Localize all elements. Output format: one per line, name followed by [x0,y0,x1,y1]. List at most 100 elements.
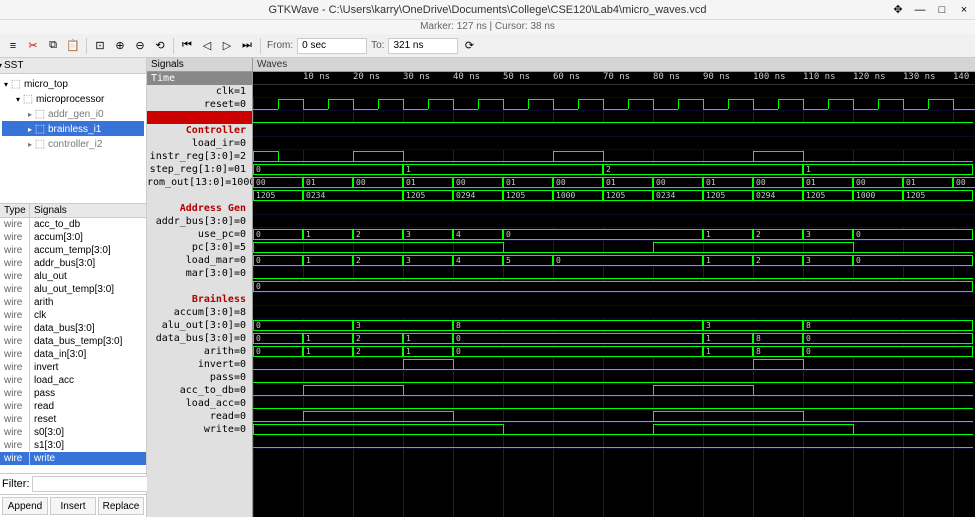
to-label: To: [371,40,384,51]
signals-panel: Signals Timeclk=1reset=0Controllerload_i… [147,58,253,517]
from-input[interactable] [297,38,367,54]
tree-item[interactable]: ▾ ⬚ microprocessor [2,91,144,106]
next-edge-icon[interactable]: ▷ [218,37,236,55]
signal-name-row[interactable]: rom_out[13:0]=1000 [147,176,252,189]
signal-name-row[interactable]: invert=0 [147,358,252,371]
signal-name-row[interactable]: data_bus[3:0]=0 [147,332,252,345]
signal-name-row[interactable]: load_mar=0 [147,254,252,267]
minimize-icon[interactable]: — [913,3,927,17]
zoom-in-icon[interactable]: ⊕ [111,37,129,55]
signal-list-row[interactable]: wireacc_to_db [0,218,146,231]
signal-list-row[interactable]: wireread [0,400,146,413]
signal-name-row[interactable]: read=0 [147,410,252,423]
tree-item[interactable]: ▸ ⬚ controller_i2 [2,136,144,151]
insert-button[interactable]: Insert [50,497,96,515]
signal-name-row[interactable]: load_ir=0 [147,137,252,150]
signal-name-row[interactable] [147,111,252,124]
signal-list-row[interactable]: wirewrite [0,452,146,465]
wave-row: 0 [253,280,975,293]
signal-name-row[interactable] [147,280,252,293]
signal-name-row[interactable]: step_reg[1:0]=01 [147,163,252,176]
goto-end-icon[interactable]: ⏭ [238,37,256,55]
close-icon[interactable]: × [957,3,971,17]
signal-name-row[interactable]: Brainless [147,293,252,306]
signal-list-row[interactable]: wiredata_bus[3:0] [0,322,146,335]
zoom-out-icon[interactable]: ⊖ [131,37,149,55]
signal-list-row[interactable]: wirealu_out_temp[3:0] [0,283,146,296]
signal-name-row[interactable]: pass=0 [147,371,252,384]
wave-row [253,384,975,397]
wave-row [253,293,975,306]
signal-list-row[interactable]: wireload_acc [0,374,146,387]
hierarchy-tree[interactable]: ▾ ⬚ micro_top▾ ⬚ microprocessor▸ ⬚ addr_… [0,74,146,204]
signal-list-row[interactable]: wires1[3:0] [0,439,146,452]
prev-edge-icon[interactable]: ◁ [198,37,216,55]
signal-name-row[interactable]: write=0 [147,423,252,436]
zoom-fit-icon[interactable]: ⊡ [91,37,109,55]
signal-name-row[interactable]: arith=0 [147,345,252,358]
sst-header: SST [0,58,146,74]
signal-list-row[interactable]: wirepass [0,387,146,400]
signal-list-row[interactable]: wireaddr_bus[3:0] [0,257,146,270]
signal-list-row[interactable]: wiredata_in[3:0] [0,348,146,361]
wave-row: 1205023412050294120510001205023412050294… [253,189,975,202]
to-input[interactable] [388,38,458,54]
signal-list-row[interactable]: wirealu_out [0,270,146,283]
signal-name-row[interactable]: load_acc=0 [147,397,252,410]
wave-row [253,267,975,280]
reload-icon[interactable]: ⟳ [460,37,478,55]
signal-name-row[interactable]: Time [147,72,252,85]
signal-name-row[interactable]: Address Gen [147,202,252,215]
replace-button[interactable]: Replace [98,497,144,515]
sst-panel: SST ▾ ⬚ micro_top▾ ⬚ microprocessor▸ ⬚ a… [0,58,147,517]
signal-name-row[interactable]: clk=1 [147,85,252,98]
cut-icon[interactable]: ✂ [24,37,42,55]
signal-name-row[interactable]: reset=0 [147,98,252,111]
tree-item[interactable]: ▸ ⬚ addr_gen_i0 [2,106,144,121]
wave-row [253,397,975,410]
wave-row [253,111,975,124]
signal-name-row[interactable] [147,189,252,202]
signal-list-row[interactable]: wireaccum[3:0] [0,231,146,244]
signal-list-row[interactable]: wirereset [0,413,146,426]
copy-icon[interactable]: ⧉ [44,37,62,55]
signal-list-row[interactable]: wirearith [0,296,146,309]
signal-name-row[interactable]: use_pc=0 [147,228,252,241]
signal-list[interactable]: wireacc_to_dbwireaccum[3:0]wireaccum_tem… [0,218,146,473]
signal-name-row[interactable]: accum[3:0]=8 [147,306,252,319]
signal-name-row[interactable]: alu_out[3:0]=0 [147,319,252,332]
signal-list-row[interactable]: wires0[3:0] [0,426,146,439]
signal-name-row[interactable]: Controller [147,124,252,137]
zoom-undo-icon[interactable]: ⟲ [151,37,169,55]
signal-name-row[interactable]: addr_bus[3:0]=0 [147,215,252,228]
maximize-icon[interactable]: □ [935,3,949,17]
signals-header: Signals [30,204,146,217]
wave-row [253,241,975,254]
signal-list-row[interactable]: wireinvert [0,361,146,374]
signal-list-row[interactable]: wireaccum_temp[3:0] [0,244,146,257]
signal-name-row[interactable]: pc[3:0]=5 [147,241,252,254]
signal-list-row[interactable]: wiredata_bus_temp[3:0] [0,335,146,348]
signal-name-row[interactable]: mar[3:0]=0 [147,267,252,280]
signal-name-row[interactable]: acc_to_db=0 [147,384,252,397]
wave-row [253,98,975,111]
signal-name-row[interactable]: instr_reg[3:0]=2 [147,150,252,163]
goto-start-icon[interactable]: ⏮ [178,37,196,55]
menu-icon[interactable]: ≡ [4,37,22,55]
wave-row: 01210180 [253,345,975,358]
paste-icon[interactable]: 📋 [64,37,82,55]
wave-row [253,358,975,371]
wave-row [253,124,975,137]
wave-row [253,423,975,436]
append-button[interactable]: Append [2,497,48,515]
tree-item[interactable]: ▸ ⬚ brainless_i1 [2,121,144,136]
waves-panel[interactable]: Waves 10 ns20 ns30 ns40 ns50 ns60 ns70 n… [253,58,975,517]
wave-row [253,410,975,423]
wave-row [253,202,975,215]
wave-row [253,371,975,384]
wave-area[interactable]: 0121000100010001000100010001000100120502… [253,85,975,517]
move-icon[interactable]: ✥ [891,3,905,17]
tree-item[interactable]: ▾ ⬚ micro_top [2,76,144,91]
wave-row: 01210180 [253,332,975,345]
signal-list-row[interactable]: wireclk [0,309,146,322]
